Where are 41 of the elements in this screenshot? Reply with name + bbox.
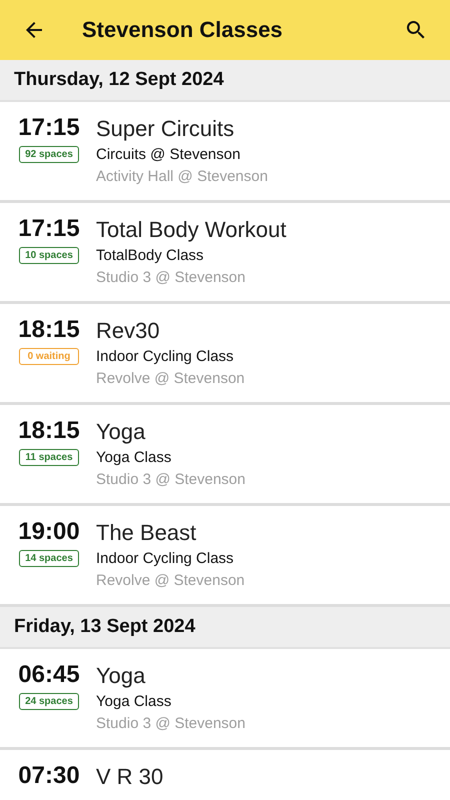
- date-header: Thursday, 12 Sept 2024: [0, 60, 450, 102]
- class-location: Revolve @ Stevenson: [96, 369, 245, 389]
- class-list-item[interactable]: 17:15 92 spaces Super Circuits Circuits @ Stevenson Activity Hall @ Stevenson: [0, 102, 450, 203]
- date-header: Friday, 13 Sept 2024: [0, 607, 450, 649]
- class-name: The Beast: [96, 519, 198, 547]
- class-name: Yoga: [96, 418, 146, 446]
- class-type: Indoor Cycling Class: [96, 347, 235, 367]
- class-type: Yoga Class: [96, 448, 172, 468]
- availability-badge: 0 waiting: [19, 348, 79, 365]
- availability-badge: 92 spaces: [19, 146, 79, 163]
- class-name: Super Circuits: [96, 115, 236, 143]
- class-location: Studio 3 @ Stevenson: [96, 714, 246, 734]
- class-time: 18:15: [18, 316, 80, 344]
- availability-badge: 14 spaces: [19, 550, 79, 567]
- class-location: Studio 3 @ Stevenson: [96, 268, 246, 288]
- class-time: 06:45: [18, 661, 80, 689]
- class-time: 18:15: [18, 417, 80, 445]
- class-location: Revolve @ Stevenson: [96, 571, 245, 591]
- class-time: 17:15: [18, 215, 80, 243]
- class-list-item[interactable]: 06:45 24 spaces Yoga Yoga Class Studio 3 @ Stevenson: [0, 649, 450, 750]
- screen-title: Stevenson Classes: [82, 17, 284, 43]
- class-list-item[interactable]: 18:15 0 waiting Rev30 Indoor Cycling Class Revolve @ Stevenson: [0, 304, 450, 405]
- class-time: 17:15: [18, 114, 80, 142]
- class-time: 07:30: [18, 762, 80, 790]
- class-type: Circuits @ Stevenson: [96, 145, 242, 165]
- class-list-item[interactable]: 18:15 11 spaces Yoga Yoga Class Studio 3 @ Stevenson: [0, 405, 450, 506]
- class-list-item[interactable]: 07:30 V R 30: [0, 750, 450, 800]
- class-location: Studio 3 @ Stevenson: [96, 470, 246, 490]
- class-location: Activity Hall @ Stevenson: [96, 167, 268, 187]
- class-name: V R 30: [96, 763, 164, 791]
- class-list-item[interactable]: 17:15 10 spaces Total Body Workout TotalBody Class Studio 3 @ Stevenson: [0, 203, 450, 304]
- class-name: Yoga: [96, 662, 146, 690]
- availability-badge: 10 spaces: [19, 247, 79, 264]
- class-type: Indoor Cycling Class: [96, 549, 235, 569]
- class-name: Total Body Workout: [96, 216, 286, 244]
- class-name: Rev30: [96, 317, 161, 345]
- class-type: TotalBody Class: [96, 246, 205, 266]
- availability-badge: 11 spaces: [19, 449, 79, 466]
- availability-badge: 24 spaces: [19, 693, 79, 710]
- class-type: Yoga Class: [96, 692, 172, 712]
- class-time: 19:00: [18, 518, 80, 546]
